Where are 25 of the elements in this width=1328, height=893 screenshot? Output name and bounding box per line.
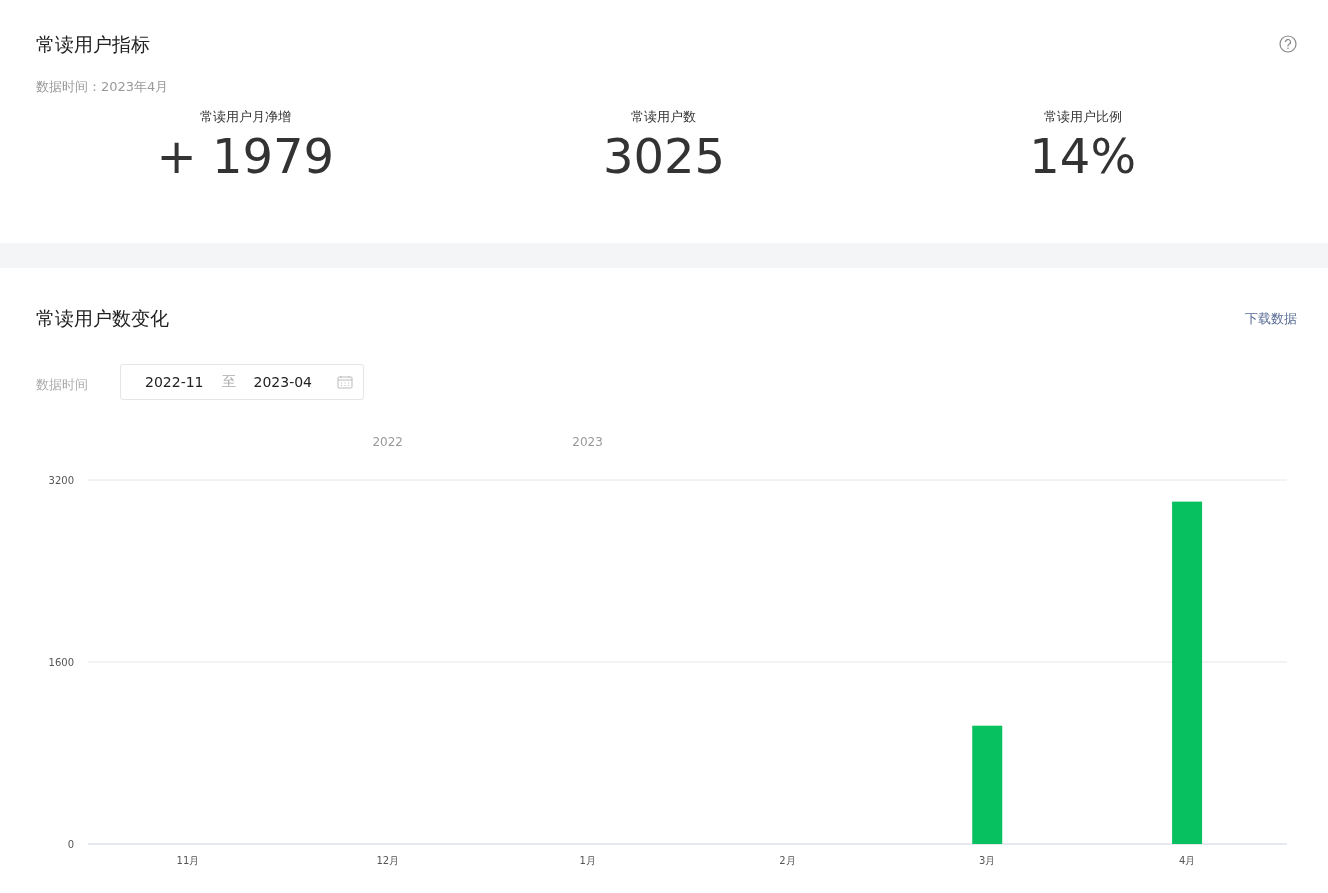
y-tick-label: 1600 <box>48 657 74 668</box>
y-tick-label: 0 <box>67 839 74 850</box>
calendar-icon <box>337 375 353 389</box>
metric-label: 常读用户月净增 <box>199 108 291 126</box>
download-link[interactable]: 下载数据 <box>1245 310 1297 328</box>
x-tick-label: 1月 <box>579 855 596 866</box>
metric-label: 常读用户数 <box>631 108 697 126</box>
x-tick-label: 12月 <box>376 855 400 866</box>
date-range-picker[interactable]: 2022-11 至 2023-04 <box>120 364 364 400</box>
metric-value: 3025 <box>602 128 726 184</box>
card-title: 常读用户指标 <box>36 32 150 57</box>
y-tick-label: 3200 <box>48 475 74 486</box>
filter-label: 数据时间 <box>36 376 88 394</box>
section-title: 常读用户数变化 <box>36 306 169 331</box>
x-tick-label: 2月 <box>779 855 796 866</box>
metric-label: 常读用户比例 <box>1043 108 1122 126</box>
x-tick-label: 11月 <box>176 855 200 866</box>
metric-value: 14% <box>1029 128 1136 184</box>
year-label: 2023 <box>572 435 603 449</box>
year-label: 2022 <box>372 435 403 449</box>
help-icon[interactable] <box>1279 35 1297 53</box>
data-time: 数据时间：2023年4月 <box>36 78 169 96</box>
x-tick-label: 4月 <box>1178 855 1196 866</box>
metric-value: + 1979 <box>156 128 335 184</box>
x-tick-label: 3月 <box>979 855 996 866</box>
